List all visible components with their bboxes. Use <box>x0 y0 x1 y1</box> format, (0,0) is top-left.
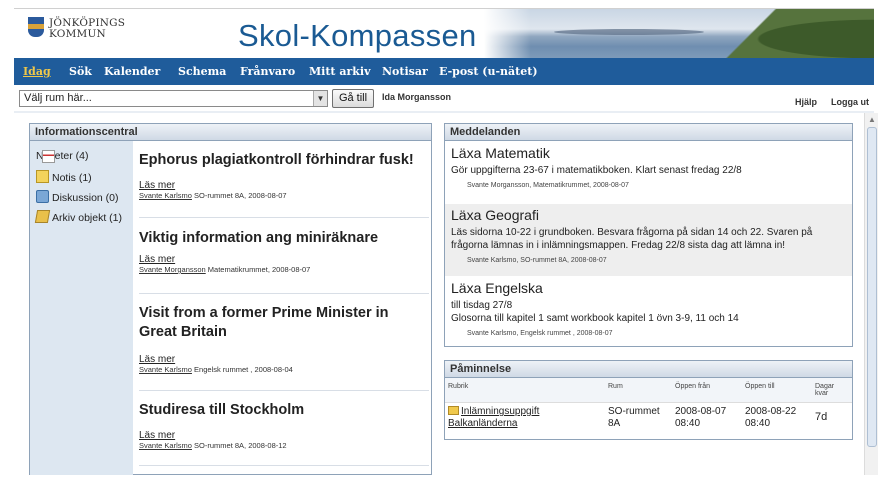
news-meta: Svante Karlsmo SO-rummet 8A, 2008-08-12 <box>139 441 287 450</box>
toolbar: Välj rum här... ▼ Gå till Ida Morgansson… <box>14 85 874 111</box>
message-item[interactable]: Läxa Engelska till tisdag 27/8 Glosorna … <box>445 277 852 345</box>
reminder-room: SO-rummet 8A <box>608 406 660 429</box>
divider <box>139 293 429 294</box>
message-title[interactable]: Läxa Engelska <box>451 280 846 297</box>
message-meta: Svante Karlsmo, SO-rummet 8A, 2008-08-07 <box>467 257 607 264</box>
news-meta: Svante Karlsmo SO-rummet 8A, 2008-08-07 <box>139 191 287 200</box>
news-meta: Svante Morgansson Matematikrummet, 2008-… <box>139 265 311 274</box>
message-title[interactable]: Läxa Matematik <box>451 145 846 162</box>
sidebar-item-notis[interactable]: Notis (1) <box>36 170 92 185</box>
message-body: Gör uppgifterna 23-67 i matematikboken. … <box>451 165 742 176</box>
page-scrollbar[interactable]: ▲ <box>864 113 878 475</box>
reminder-panel: Påminnelse Rubrik Rum Öppen från Öppen t… <box>444 360 853 440</box>
message-meta: Svante Morgansson, Matematikrummet, 2008… <box>467 182 629 189</box>
read-more-link[interactable]: Läs mer <box>139 430 429 441</box>
messages-panel: Meddelanden Läxa Matematik Gör uppgifter… <box>444 123 853 347</box>
help-link[interactable]: Hjälp <box>795 97 817 107</box>
coat-of-arms-icon <box>28 17 44 37</box>
logout-link[interactable]: Logga ut <box>831 97 869 107</box>
main-nav: Idag Sök Kalender Schema Frånvaro Mitt a… <box>14 58 874 85</box>
author-link[interactable]: Svante Karlsmo <box>139 365 192 374</box>
divider <box>139 465 429 466</box>
divider <box>139 217 429 218</box>
table-header-row: Rubrik Rum Öppen från Öppen till Dagar k… <box>445 378 852 403</box>
go-button[interactable]: Gå till <box>332 89 374 108</box>
column-header[interactable]: Rum <box>605 378 672 403</box>
news-title[interactable]: Visit from a former Prime Minister in Gr… <box>139 304 429 342</box>
nav-item-mitt-arkiv[interactable]: Mitt arkiv <box>309 65 370 78</box>
user-name: Ida Morgansson <box>382 92 452 102</box>
sidebar-item-nyheter[interactable]: Nyheter (4) <box>36 150 89 165</box>
message-body: till tisdag 27/8 Glosorna till kapitel 1… <box>451 300 739 324</box>
nav-item-franvaro[interactable]: Frånvaro <box>240 65 295 78</box>
news-list: Ephorus plagiatkontroll förhindrar fusk!… <box>133 141 431 475</box>
scroll-up-icon[interactable]: ▲ <box>866 114 878 126</box>
table-row: Inlämningsuppgift Balkanländerna SO-rumm… <box>445 403 852 434</box>
message-item[interactable]: Läxa Matematik Gör uppgifterna 23-67 i m… <box>445 142 852 202</box>
reminder-subject[interactable]: Inlämningsuppgift Balkanländerna <box>445 403 605 434</box>
divider <box>14 111 874 113</box>
message-item[interactable]: Läxa Geografi Läs sidorna 10-22 i grundb… <box>445 204 852 276</box>
sidebar-item-diskussion[interactable]: Diskussion (0) <box>36 190 119 205</box>
nav-item-kalender[interactable]: Kalender <box>104 65 160 78</box>
author-link[interactable]: Svante Karlsmo <box>139 191 192 200</box>
reminder-open-from: 2008-08-07 08:40 <box>675 406 727 429</box>
scrollbar-thumb[interactable] <box>867 127 877 447</box>
message-body: Läs sidorna 10-22 i grundboken. Besvara … <box>451 227 813 251</box>
divider <box>139 390 429 391</box>
news-item: Ephorus plagiatkontroll förhindrar fusk!… <box>139 151 429 200</box>
nav-item-notisar[interactable]: Notisar <box>382 65 428 78</box>
news-item: Viktig information ang miniräknare Läs m… <box>139 229 429 274</box>
room-select[interactable]: Välj rum här... ▼ <box>19 90 328 107</box>
discussion-icon <box>36 190 49 203</box>
read-more-link[interactable]: Läs mer <box>139 180 429 191</box>
reminder-days-left: 7d <box>815 411 828 423</box>
chevron-down-icon[interactable]: ▼ <box>313 91 327 106</box>
column-header[interactable]: Dagar kvar <box>812 378 852 403</box>
nav-item-sok[interactable]: Sök <box>69 65 92 78</box>
author-link[interactable]: Svante Morgansson <box>139 265 206 274</box>
header-landscape-image <box>484 9 874 58</box>
news-icon <box>42 150 55 163</box>
nav-item-idag[interactable]: Idag <box>23 65 51 78</box>
reminder-table: Rubrik Rum Öppen från Öppen till Dagar k… <box>445 378 852 433</box>
read-more-link[interactable]: Läs mer <box>139 254 429 265</box>
archive-icon <box>34 210 51 223</box>
news-item: Visit from a former Prime Minister in Gr… <box>139 304 429 374</box>
column-header[interactable]: Rubrik <box>445 378 605 403</box>
note-icon <box>36 170 49 183</box>
column-header[interactable]: Öppen till <box>742 378 812 403</box>
news-meta: Svante Karlsmo Engelsk rummet , 2008-08-… <box>139 365 293 374</box>
message-meta: Svante Karlsmo, Engelsk rummet , 2008-08… <box>467 330 613 337</box>
municipality-logo[interactable]: JÖNKÖPINGS KOMMUN <box>28 15 178 55</box>
reminder-open-to: 2008-08-22 08:40 <box>745 406 797 429</box>
nav-item-epost[interactable]: E-post (u-nätet) <box>439 65 538 78</box>
info-panel-title: Informationscentral <box>30 124 431 141</box>
news-title[interactable]: Ephorus plagiatkontroll förhindrar fusk! <box>139 151 429 170</box>
info-panel: Informationscentral Nyheter (4) Notis (1… <box>29 123 432 475</box>
folder-icon <box>448 406 459 415</box>
app-title: Skol-Kompassen <box>238 18 477 53</box>
message-title[interactable]: Läxa Geografi <box>451 207 846 224</box>
read-more-link[interactable]: Läs mer <box>139 354 429 365</box>
room-select-value: Välj rum här... <box>24 92 92 104</box>
news-title[interactable]: Studiresa till Stockholm <box>139 401 429 420</box>
info-sidebar: Nyheter (4) Notis (1) Diskussion (0) Ark… <box>30 141 133 475</box>
messages-panel-title: Meddelanden <box>445 124 852 141</box>
news-title[interactable]: Viktig information ang miniräknare <box>139 229 429 248</box>
nav-item-schema[interactable]: Schema <box>178 65 226 78</box>
news-item: Studiresa till Stockholm Läs mer Svante … <box>139 401 429 450</box>
logo-text: JÖNKÖPINGS KOMMUN <box>49 17 126 40</box>
site-header: JÖNKÖPINGS KOMMUN Skol-Kompassen <box>14 8 874 58</box>
sidebar-item-arkiv[interactable]: Arkiv objekt (1) <box>34 210 122 225</box>
reminder-panel-title: Påminnelse <box>445 361 852 378</box>
author-link[interactable]: Svante Karlsmo <box>139 441 192 450</box>
column-header[interactable]: Öppen från <box>672 378 742 403</box>
